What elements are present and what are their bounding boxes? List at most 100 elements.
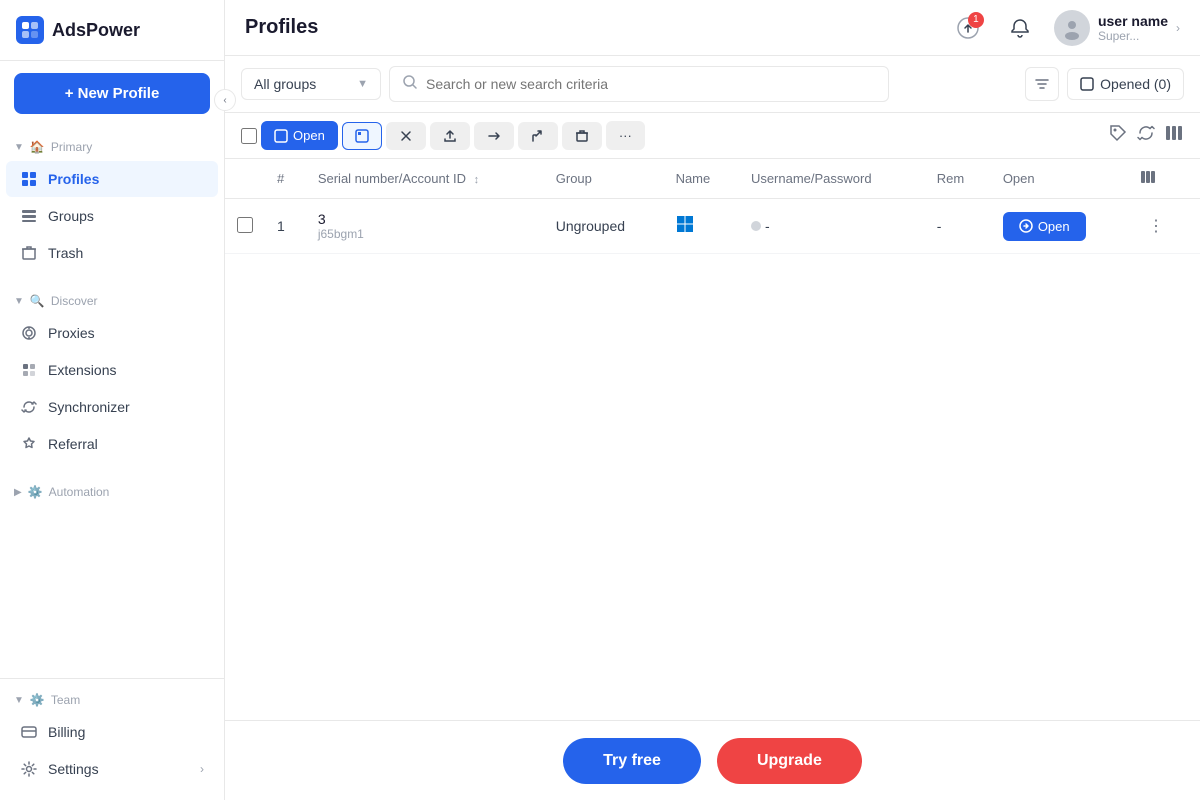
- sidebar: AdsPower + New Profile ▼ 🏠 Primary Profi…: [0, 0, 225, 800]
- sidebar-item-groups[interactable]: Groups: [6, 198, 218, 234]
- row-serial: 3 j65bgm1: [306, 199, 544, 254]
- team-icon: ⚙️: [30, 693, 45, 707]
- row-open-label: Open: [1038, 219, 1070, 234]
- team-label: Team: [51, 693, 80, 707]
- primary-section-header[interactable]: ▼ 🏠 Primary: [0, 134, 224, 160]
- automation-label: Automation: [49, 485, 110, 499]
- sidebar-item-trash[interactable]: Trash: [6, 235, 218, 271]
- automation-section: ▶ ⚙️ Automation: [0, 471, 224, 513]
- groups-icon: [20, 207, 38, 225]
- row-name: [664, 199, 739, 254]
- select-all-checkbox[interactable]: [241, 128, 257, 144]
- settings-label: Settings: [48, 761, 99, 777]
- upgrade-button[interactable]: Upgrade: [717, 738, 862, 784]
- profiles-table: # Serial number/Account ID ↕ Group Name …: [225, 159, 1200, 254]
- action-bar: Open ···: [225, 113, 1200, 159]
- main-content: Profiles 1 user name Super...: [225, 0, 1200, 800]
- discover-section-header[interactable]: ▼ 🔍 Discover: [0, 288, 224, 314]
- delete-button[interactable]: [562, 122, 602, 150]
- proxies-label: Proxies: [48, 325, 95, 341]
- logo-area: AdsPower: [0, 0, 224, 61]
- new-profile-button[interactable]: + New Profile: [14, 73, 210, 114]
- try-free-button[interactable]: Try free: [563, 738, 701, 784]
- synchronizer-icon: [20, 398, 38, 416]
- row-checkbox[interactable]: [237, 217, 253, 233]
- bottom-banner: Try free Upgrade: [225, 720, 1200, 800]
- team-section-header[interactable]: ▼ ⚙️ Team: [0, 687, 224, 713]
- collapse-sidebar-button[interactable]: ‹: [214, 89, 236, 111]
- table-body: 1 3 j65bgm1 Ungrouped: [225, 199, 1200, 254]
- sort-icon: ↕: [474, 174, 480, 186]
- more-actions-button[interactable]: ···: [606, 121, 645, 150]
- tag-icon[interactable]: [1108, 123, 1128, 148]
- upload-badge: 1: [968, 12, 984, 28]
- opened-label: Opened (0): [1100, 76, 1171, 92]
- col-number: #: [265, 159, 306, 199]
- topbar: Profiles 1 user name Super...: [225, 0, 1200, 56]
- synchronizer-label: Synchronizer: [48, 399, 130, 415]
- row-checkbox-cell: [225, 199, 265, 254]
- filter-button[interactable]: [1025, 67, 1059, 101]
- search-input[interactable]: [426, 76, 876, 92]
- primary-label: Primary: [51, 140, 92, 154]
- open-label: Open: [293, 128, 325, 143]
- groups-select-label: All groups: [254, 76, 316, 92]
- section-label-primary: 🏠: [30, 140, 45, 154]
- page-title: Profiles: [245, 16, 318, 39]
- share-button[interactable]: [518, 122, 558, 150]
- billing-icon: [20, 723, 38, 741]
- proxies-icon: [20, 324, 38, 342]
- user-text: user name Super...: [1098, 13, 1168, 43]
- col-username: Username/Password: [739, 159, 925, 199]
- col-open: Open: [991, 159, 1128, 199]
- notification-bell-icon[interactable]: [1002, 10, 1038, 46]
- user-name: user name: [1098, 13, 1168, 29]
- search-box: [389, 66, 889, 102]
- sidebar-item-settings[interactable]: Settings ›: [6, 751, 218, 787]
- col-name: Name: [664, 159, 739, 199]
- sidebar-item-referral[interactable]: Referral: [6, 426, 218, 462]
- action-bar-right: [1108, 123, 1184, 148]
- profiles-icon: [20, 170, 38, 188]
- column-toggle-icon[interactable]: [1164, 123, 1184, 148]
- close-button[interactable]: [386, 122, 426, 150]
- sidebar-item-profiles[interactable]: Profiles: [6, 161, 218, 197]
- open-button[interactable]: Open: [261, 121, 338, 150]
- move-button[interactable]: [474, 122, 514, 150]
- col-rem: Rem: [925, 159, 991, 199]
- col-serial[interactable]: Serial number/Account ID ↕: [306, 159, 544, 199]
- billing-label: Billing: [48, 724, 85, 740]
- sidebar-item-billing[interactable]: Billing: [6, 714, 218, 750]
- row-rem: -: [925, 199, 991, 254]
- row-open-cell: Open: [991, 199, 1128, 254]
- discover-label: Discover: [51, 294, 98, 308]
- upload-icon-btn[interactable]: 1: [950, 10, 986, 46]
- export-button[interactable]: [430, 122, 470, 150]
- primary-section: ▼ 🏠 Primary Profiles Groups Trash: [0, 126, 224, 280]
- sidebar-item-proxies[interactable]: Proxies: [6, 315, 218, 351]
- referral-label: Referral: [48, 436, 98, 452]
- opened-button[interactable]: Opened (0): [1067, 68, 1184, 100]
- discover-icon: 🔍: [30, 294, 45, 308]
- refresh-icon[interactable]: [1136, 123, 1156, 148]
- automation-section-header[interactable]: ▶ ⚙️ Automation: [0, 479, 224, 505]
- user-menu[interactable]: user name Super... ›: [1054, 10, 1180, 46]
- referral-icon: [20, 435, 38, 453]
- table-head: # Serial number/Account ID ↕ Group Name …: [225, 159, 1200, 199]
- row-number: 1: [265, 199, 306, 254]
- groups-select[interactable]: All groups ▼: [241, 68, 381, 100]
- extensions-label: Extensions: [48, 362, 116, 378]
- table-container: # Serial number/Account ID ↕ Group Name …: [225, 159, 1200, 800]
- automation-icon: ⚙️: [28, 485, 43, 499]
- sidebar-item-synchronizer[interactable]: Synchronizer: [6, 389, 218, 425]
- row-username: -: [739, 199, 925, 254]
- row-more-button[interactable]: ⋮: [1140, 212, 1172, 240]
- settings-icon: [20, 760, 38, 778]
- settings-chevron-icon: ›: [200, 762, 204, 776]
- proxy-status-dot: [751, 221, 761, 231]
- browser-view-button[interactable]: [342, 122, 382, 150]
- row-open-button[interactable]: Open: [1003, 212, 1086, 241]
- col-group: Group: [544, 159, 664, 199]
- trash-label: Trash: [48, 245, 83, 261]
- sidebar-item-extensions[interactable]: Extensions: [6, 352, 218, 388]
